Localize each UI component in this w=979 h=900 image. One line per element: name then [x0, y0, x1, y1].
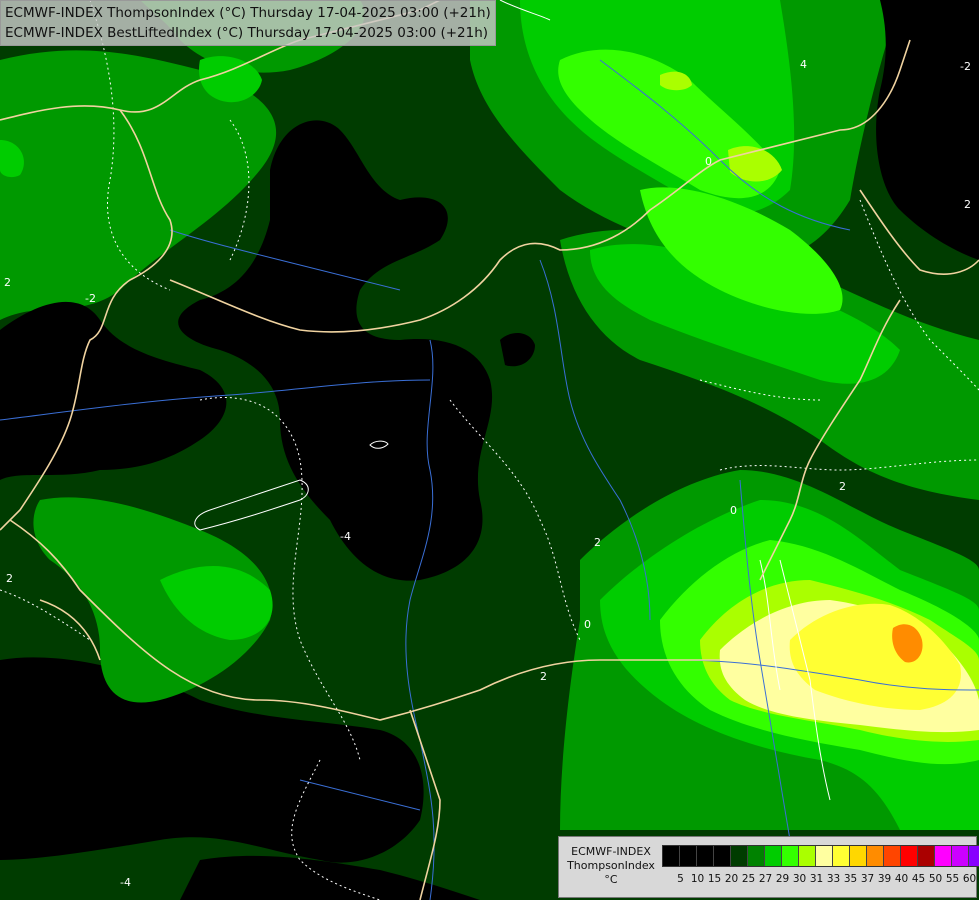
contour-label: 4 [800, 58, 807, 71]
legend-tick-label: 5 [677, 873, 684, 885]
legend-tick-label: 33 [826, 873, 841, 885]
contour-label: 2 [540, 670, 547, 683]
legend-swatch [731, 846, 748, 866]
legend-tick-label: 39 [877, 873, 892, 885]
contour-label: 0 [584, 618, 591, 631]
legend-swatch [816, 846, 833, 866]
title-line-bestlifted: ECMWF-INDEX BestLiftedIndex (°C) Thursda… [5, 25, 489, 41]
legend-tick-label: 45 [911, 873, 926, 885]
legend-swatch [969, 846, 979, 866]
legend-swatch [799, 846, 816, 866]
legend-swatch [952, 846, 969, 866]
contour-label: 2 [4, 276, 11, 289]
legend-swatches [662, 845, 979, 867]
contour-label: -2 [85, 292, 96, 305]
contour-label: 2 [839, 480, 846, 493]
legend-tick-label: 15 [707, 873, 722, 885]
legend-swatch [748, 846, 765, 866]
legend-tick-label: 29 [775, 873, 790, 885]
legend-model: ECMWF-INDEX [571, 845, 651, 858]
contour-label: 2 [594, 536, 601, 549]
legend-swatch [833, 846, 850, 866]
legend-swatch [782, 846, 799, 866]
legend-tick-label: 60 [962, 873, 977, 885]
legend-tick-label: 20 [724, 873, 739, 885]
contour-label: -4 [120, 876, 131, 889]
map-title-box: ECMWF-INDEX ThompsonIndex (°C) Thursday … [0, 0, 496, 46]
legend-parameter: ThompsonIndex [567, 859, 655, 872]
legend-tick-label: 35 [843, 873, 858, 885]
legend-swatch [884, 846, 901, 866]
legend-tick-label: 55 [945, 873, 960, 885]
legend-swatch [697, 846, 714, 866]
thompson-index-map: 2 2 2 2 0 0 -2 -4 2 0 2 4 -2 -4 [0, 0, 979, 900]
legend-swatch [867, 846, 884, 866]
legend-tick-label: 10 [690, 873, 705, 885]
legend-swatch [663, 846, 680, 866]
legend-swatch [680, 846, 697, 866]
legend-unit: °C [604, 873, 618, 886]
legend-tick-label: 37 [860, 873, 875, 885]
legend-swatch [935, 846, 952, 866]
legend-swatch [918, 846, 935, 866]
contour-label: 0 [705, 155, 712, 168]
contour-label: 0 [730, 504, 737, 517]
legend-tick-label: 40 [894, 873, 909, 885]
legend-tick-label: 27 [758, 873, 773, 885]
legend-swatch [765, 846, 782, 866]
weather-map-view: 2 2 2 2 0 0 -2 -4 2 0 2 4 -2 -4 ECMWF-IN… [0, 0, 979, 900]
color-legend: ECMWF-INDEX ThompsonIndex °C 5 10 15 20 25 27… [558, 836, 979, 898]
legend-swatch [901, 846, 918, 866]
title-line-thompson: ECMWF-INDEX ThompsonIndex (°C) Thursday … [5, 5, 491, 21]
legend-tick-label: 50 [928, 873, 943, 885]
contour-label: -2 [960, 60, 971, 73]
legend-tick-label: 31 [809, 873, 824, 885]
contour-label: 2 [6, 572, 13, 585]
contour-label: -4 [340, 530, 351, 543]
legend-tick-label: 25 [741, 873, 756, 885]
legend-swatch [850, 846, 867, 866]
contour-label: 2 [964, 198, 971, 211]
legend-title: ECMWF-INDEX ThompsonIndex °C [561, 845, 661, 887]
legend-swatch [714, 846, 731, 866]
legend-tick-label: 30 [792, 873, 807, 885]
